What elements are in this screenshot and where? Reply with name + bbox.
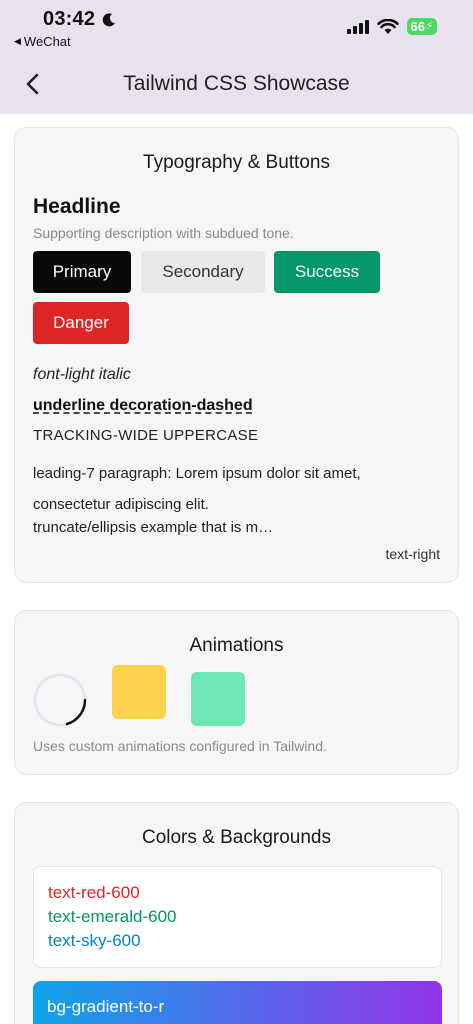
right-aligned-text: text-right (385, 546, 440, 562)
headline: Headline (33, 195, 121, 218)
battery-indicator: 66 ⚡ (406, 18, 437, 35)
pulse-square (191, 672, 245, 726)
gradient-box: bg-gradient-to-r (33, 981, 442, 1024)
typography-card-title: Typography & Buttons (143, 152, 330, 173)
status-bar: 03:42 ◀ WeChat 66 ⚡ (0, 0, 473, 56)
battery-level: 66 (410, 19, 425, 34)
spinner-icon (33, 673, 87, 727)
animations-caption: Uses custom animations configured in Tai… (33, 738, 327, 754)
supporting-text: Supporting description with subdued tone… (33, 225, 294, 241)
status-time-wrap: 03:42 (43, 8, 117, 31)
animations-card: Animations Uses custom animations config… (14, 610, 459, 775)
leading-paragraph: leading-7 paragraph: Lorem ipsum dolor s… (33, 465, 361, 513)
text-sky-sample: text-sky-600 (48, 931, 141, 950)
text-red-sample: text-red-600 (48, 883, 140, 902)
wifi-icon (376, 18, 399, 34)
signal-icon (346, 19, 369, 34)
status-indicators: 66 ⚡ (346, 18, 437, 35)
secondary-button[interactable]: Secondary (141, 251, 265, 293)
back-to-app[interactable]: ◀ WeChat (14, 34, 71, 49)
danger-button[interactable]: Danger (33, 302, 129, 344)
bounce-square (112, 665, 166, 719)
italic-text: font-light italic (33, 366, 131, 383)
gradient-label: bg-gradient-to-r (47, 997, 165, 1016)
back-app-label: WeChat (23, 34, 71, 49)
colors-card: Colors & Backgrounds text-red-600 text-e… (14, 802, 459, 1024)
truncate-text: truncate/ellipsis example that is m… (33, 519, 274, 536)
text-colors-box: text-red-600 text-emerald-600 text-sky-6… (33, 866, 442, 968)
colors-card-title: Colors & Backgrounds (141, 827, 332, 848)
primary-button[interactable]: Primary (33, 251, 131, 293)
status-time: 03:42 (43, 8, 96, 30)
nav-bar: Tailwind CSS Showcase (0, 56, 473, 114)
uppercase-text: TRACKING-WIDE UPPERCASE (33, 427, 259, 444)
back-triangle-icon: ◀ (14, 36, 21, 46)
typography-card: Typography & Buttons Headline Supporting… (14, 127, 459, 583)
underline-text: underline decoration-dashed (33, 397, 253, 414)
success-button[interactable]: Success (274, 251, 380, 293)
moon-icon (102, 12, 116, 26)
page-title: Tailwind CSS Showcase (123, 72, 350, 95)
animations-card-title: Animations (189, 635, 284, 656)
text-emerald-sample: text-emerald-600 (48, 907, 177, 926)
charging-bolt-icon: ⚡ (425, 21, 433, 32)
